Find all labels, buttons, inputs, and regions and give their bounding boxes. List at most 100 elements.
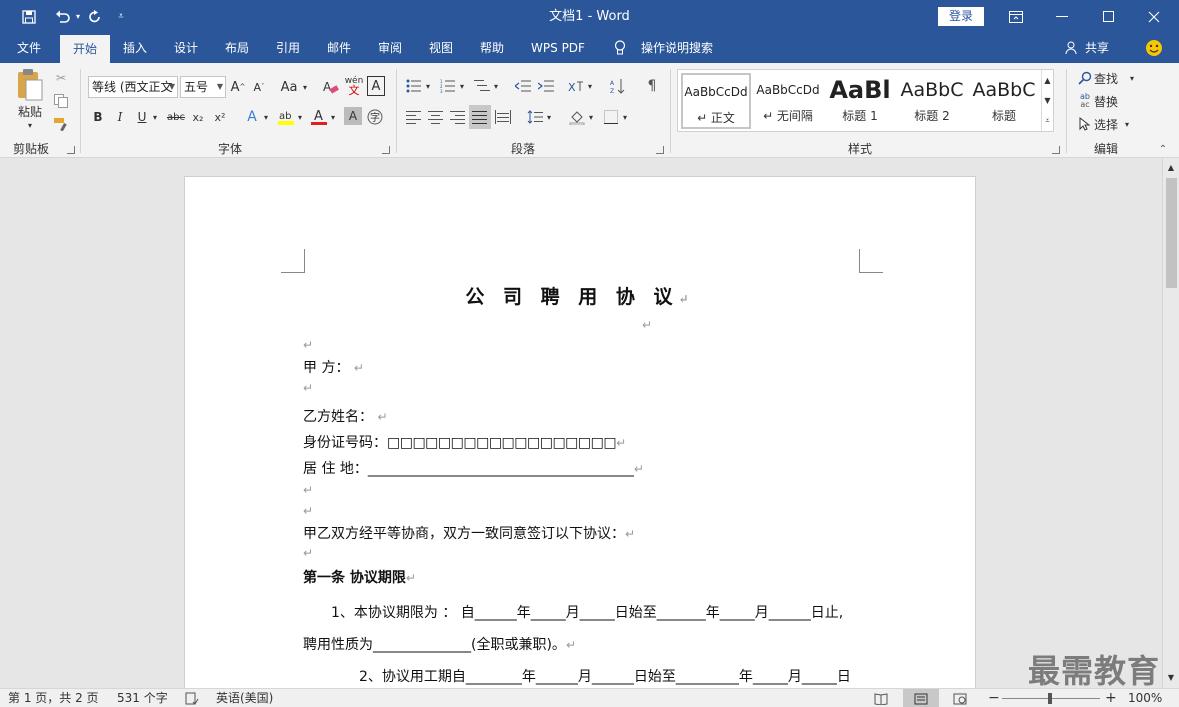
tab-help[interactable]: 帮助 [469, 33, 515, 63]
underline-button[interactable]: U [134, 107, 150, 127]
underline-dropdown-icon[interactable]: ▾ [151, 107, 159, 127]
scroll-thumb[interactable] [1166, 178, 1177, 288]
clipboard-launcher-icon[interactable] [67, 146, 75, 154]
increase-indent-icon[interactable] [536, 76, 556, 96]
tab-insert[interactable]: 插入 [112, 33, 158, 63]
select-button[interactable]: 选择 [1094, 115, 1124, 133]
bullets-dropdown-icon[interactable]: ▾ [424, 76, 432, 96]
zoom-out-icon[interactable]: − [988, 689, 1000, 707]
grow-font-icon[interactable]: A ^ [229, 76, 247, 98]
tab-mailings[interactable]: 邮件 [316, 33, 362, 63]
line-spacing-dropdown-icon[interactable]: ▾ [545, 107, 553, 127]
style-heading-2[interactable]: AaBbC 标题 2 [897, 73, 967, 129]
style-normal[interactable]: AaBbCcDd ↵ 正文 [681, 73, 751, 129]
text-effects-icon[interactable]: A [242, 107, 262, 127]
undo-dropdown-icon[interactable]: ▾ [74, 0, 82, 33]
copy-icon[interactable] [52, 92, 70, 110]
italic-button[interactable]: I [112, 107, 128, 127]
zoom-in-icon[interactable]: + [1105, 689, 1117, 707]
replace-button[interactable]: 替换 [1094, 92, 1124, 110]
font-color-icon[interactable]: A [309, 107, 329, 127]
shrink-font-icon[interactable]: Aˇ [250, 76, 268, 98]
align-center-icon[interactable] [426, 107, 446, 127]
multilevel-list-icon[interactable] [472, 76, 492, 96]
style-no-spacing[interactable]: AaBbCcDd ↵ 无间隔 [753, 73, 823, 129]
paste-dropdown-icon[interactable]: ▾ [24, 120, 36, 130]
decrease-indent-icon[interactable] [513, 76, 533, 96]
close-icon[interactable] [1131, 0, 1177, 33]
clear-formatting-icon[interactable]: A [321, 76, 341, 98]
distributed-icon[interactable] [493, 107, 513, 127]
align-right-icon[interactable] [448, 107, 468, 127]
find-icon[interactable] [1076, 69, 1094, 87]
paste-icon[interactable] [12, 67, 48, 103]
numbering-icon[interactable]: 123 [438, 76, 458, 96]
tab-wps-pdf[interactable]: WPS PDF [522, 33, 594, 63]
styles-scroll-up-icon[interactable]: ▲ [1041, 70, 1053, 90]
styles-more-icon[interactable]: ⩡ [1041, 110, 1053, 131]
enclose-characters-icon[interactable]: 字 [366, 107, 384, 127]
change-case-dropdown-icon[interactable]: ▾ [300, 76, 310, 98]
select-cursor-icon[interactable] [1076, 115, 1094, 133]
tab-home[interactable]: 开始 [60, 35, 110, 63]
tab-review[interactable]: 审阅 [367, 33, 413, 63]
format-painter-icon[interactable] [52, 115, 70, 133]
tab-file[interactable]: 文件 [4, 33, 54, 63]
highlight-dropdown-icon[interactable]: ▾ [296, 107, 304, 127]
login-button[interactable]: 登录 [938, 7, 984, 26]
find-button[interactable]: 查找 [1094, 69, 1124, 87]
multilevel-dropdown-icon[interactable]: ▾ [492, 76, 500, 96]
scroll-up-icon[interactable]: ▲ [1165, 160, 1177, 174]
paste-label[interactable]: 粘贴 [12, 103, 48, 119]
style-title[interactable]: AaBbC 标题 [969, 73, 1039, 129]
character-shading-icon[interactable]: A [344, 107, 362, 125]
tab-references[interactable]: 引用 [265, 33, 311, 63]
select-dropdown-icon[interactable]: ▾ [1122, 115, 1132, 133]
word-count[interactable]: 531 个字 [117, 689, 168, 707]
tab-design[interactable]: 设计 [163, 33, 209, 63]
shading-dropdown-icon[interactable]: ▾ [587, 107, 595, 127]
proofing-icon[interactable] [185, 689, 199, 707]
subscript-button[interactable]: x₂ [189, 107, 207, 127]
chinese-layout-icon[interactable]: X [566, 76, 586, 96]
highlight-color-icon[interactable]: ab [276, 107, 296, 127]
show-hide-marks-icon[interactable]: ¶ [642, 76, 662, 96]
zoom-slider-thumb[interactable] [1048, 693, 1052, 704]
zoom-slider[interactable] [1002, 689, 1100, 707]
document-page[interactable]: 公 司 聘 用 协 议↵ ↵ ↵ 甲 方： ↵ ↵ 乙方姓名： ↵ 身份证号码：… [184, 176, 976, 688]
web-layout-icon[interactable] [953, 689, 967, 707]
bullets-icon[interactable] [404, 76, 424, 96]
justify-icon[interactable] [469, 105, 491, 129]
vertical-scrollbar[interactable]: ▲ ▼ [1162, 158, 1179, 688]
borders-dropdown-icon[interactable]: ▾ [621, 107, 629, 127]
save-icon[interactable] [16, 0, 42, 33]
tab-layout[interactable]: 布局 [214, 33, 260, 63]
redo-icon[interactable] [84, 0, 106, 33]
strikethrough-button[interactable]: abc [164, 107, 188, 127]
smiley-icon[interactable] [1144, 33, 1164, 63]
chinese-layout-dropdown-icon[interactable]: ▾ [586, 76, 594, 96]
character-border-button[interactable]: A [367, 76, 385, 96]
borders-icon[interactable] [601, 107, 621, 127]
customize-qat-icon[interactable]: ⩡ [114, 0, 128, 33]
cut-icon[interactable]: ✂ [52, 69, 70, 87]
sort-icon[interactable]: AZ [608, 76, 628, 96]
bold-button[interactable]: B [90, 107, 106, 127]
paragraph-launcher-icon[interactable] [656, 146, 664, 154]
text-effects-dropdown-icon[interactable]: ▾ [262, 107, 270, 127]
read-mode-icon[interactable] [874, 689, 888, 707]
maximize-icon[interactable] [1085, 0, 1131, 33]
language[interactable]: 英语(美国) [216, 689, 273, 707]
phonetic-guide-button[interactable]: wén 文 [344, 73, 364, 99]
share-button[interactable]: 共享 [1080, 33, 1114, 63]
style-heading-1[interactable]: AaBl 标题 1 [825, 73, 895, 129]
line-spacing-icon[interactable] [525, 107, 545, 127]
minimize-icon[interactable] [1039, 0, 1085, 33]
print-layout-icon[interactable] [903, 689, 939, 707]
font-size-combo[interactable]: 五号 ▼ [180, 76, 226, 98]
font-name-combo[interactable]: 等线 (西文正文 ▼ [88, 76, 178, 98]
zoom-level[interactable]: 100% [1128, 689, 1162, 707]
share-person-icon[interactable] [1064, 33, 1080, 63]
numbering-dropdown-icon[interactable]: ▾ [458, 76, 466, 96]
font-launcher-icon[interactable] [382, 146, 390, 154]
